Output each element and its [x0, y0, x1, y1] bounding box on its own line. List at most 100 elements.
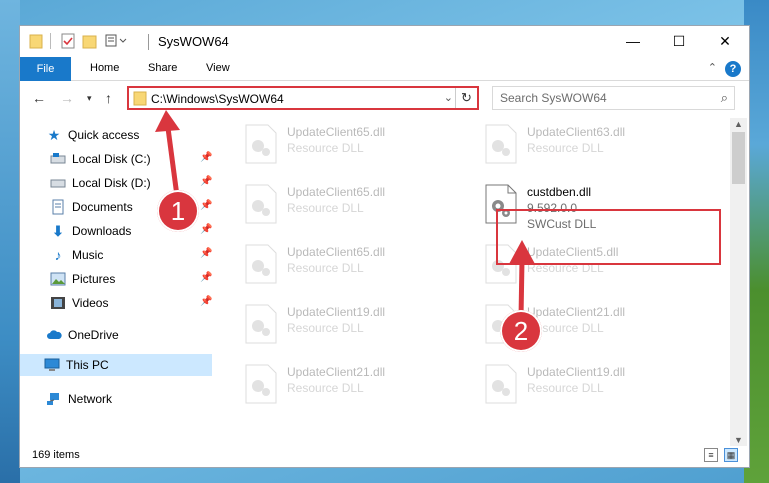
- file-item[interactable]: UpdateClient65.dll Resource DLL: [240, 242, 470, 288]
- music-icon: ♪: [54, 247, 62, 263]
- file-name: UpdateClient19.dll: [527, 365, 626, 379]
- file-type: Resource DLL: [527, 141, 604, 155]
- file-list: UpdateClient65.dll Resource DLL UpdateCl…: [230, 118, 730, 448]
- maximize-button[interactable]: ☐: [656, 26, 702, 56]
- sidebar-item-onedrive[interactable]: OneDrive: [46, 324, 119, 346]
- file-name: UpdateClient65.dll: [287, 185, 386, 199]
- file-name: UpdateClient21.dll: [527, 305, 626, 319]
- tab-view[interactable]: View: [206, 62, 230, 74]
- sidebar-item-videos[interactable]: Videos: [50, 292, 108, 314]
- search-placeholder[interactable]: Search SysWOW64: [500, 91, 607, 105]
- highlight-box: [496, 209, 721, 265]
- pin-icon[interactable]: 📌: [200, 248, 212, 259]
- file-name: UpdateClient21.dll: [287, 365, 386, 379]
- back-arrow-icon[interactable]: ←: [32, 90, 46, 106]
- folder-icon: [133, 90, 147, 109]
- pin-icon[interactable]: 📌: [200, 272, 212, 283]
- dll-file-icon: [485, 364, 517, 404]
- chevron-down-icon[interactable]: ▾: [87, 93, 92, 104]
- pin-icon[interactable]: 📌: [200, 224, 212, 235]
- customize-toolbar-icon[interactable]: [105, 33, 127, 52]
- tab-home[interactable]: Home: [90, 62, 119, 74]
- sidebar-item-label: Downloads: [72, 224, 132, 238]
- file-name: UpdateClient65.dll: [287, 245, 386, 259]
- navigation-pane: ★ Quick access Local Disk (C:) 📌 Local D…: [20, 118, 216, 438]
- sidebar-item-pictures[interactable]: Pictures: [50, 268, 115, 290]
- file-type: Resource DLL: [527, 381, 604, 395]
- new-folder-icon[interactable]: [82, 33, 98, 52]
- star-icon: ★: [47, 126, 61, 143]
- sidebar-item-downloads[interactable]: ⬇ Downloads: [50, 220, 131, 242]
- tab-file[interactable]: File: [20, 57, 71, 81]
- pin-icon[interactable]: 📌: [200, 296, 212, 307]
- file-item[interactable]: UpdateClient19.dll Resource DLL: [480, 362, 710, 408]
- explorer-window: SysWOW64 — ☐ ✕ File Home Share View ⌃ ? …: [19, 25, 750, 468]
- sidebar-item-label: This PC: [66, 358, 109, 372]
- item-count: 169 items: [32, 449, 80, 461]
- file-type: Resource DLL: [287, 141, 364, 155]
- dll-file-icon: [245, 364, 277, 404]
- file-item[interactable]: UpdateClient19.dll Resource DLL: [240, 302, 470, 348]
- sidebar-item-this-pc[interactable]: This PC: [20, 354, 212, 376]
- vertical-scrollbar[interactable]: ▲ ▼: [730, 118, 747, 446]
- file-item[interactable]: UpdateClient21.dll Resource DLL: [240, 362, 470, 408]
- sidebar-item-label: Network: [68, 392, 113, 406]
- divider: [148, 34, 149, 50]
- minimize-button[interactable]: —: [610, 26, 656, 56]
- desktop-background: [0, 0, 20, 483]
- ribbon-tabs: File Home Share View ⌃ ?: [20, 57, 749, 81]
- search-icon[interactable]: ⌕: [721, 90, 728, 106]
- computer-icon: [44, 357, 60, 373]
- sidebar-item-quick-access[interactable]: ★ Quick access: [46, 124, 140, 146]
- file-type: Resource DLL: [287, 261, 364, 275]
- close-button[interactable]: ✕: [702, 26, 748, 56]
- file-item[interactable]: UpdateClient65.dll Resource DLL: [240, 182, 470, 228]
- address-path[interactable]: C:\Windows\SysWOW64: [151, 92, 284, 106]
- properties-icon[interactable]: [60, 33, 76, 52]
- file-item[interactable]: UpdateClient63.dll Resource DLL: [480, 122, 710, 168]
- status-bar: 169 items ≡ ▦: [20, 444, 749, 467]
- details-view-icon[interactable]: ≡: [704, 448, 718, 462]
- file-type: Resource DLL: [287, 381, 364, 395]
- scroll-up-icon[interactable]: ▲: [734, 119, 743, 129]
- drive-icon: [50, 175, 66, 191]
- pictures-icon: [50, 271, 66, 287]
- pin-icon[interactable]: 📌: [200, 152, 212, 163]
- documents-icon: [50, 199, 66, 215]
- file-item[interactable]: UpdateClient65.dll Resource DLL: [240, 122, 470, 168]
- up-arrow-icon[interactable]: ↑: [105, 90, 112, 106]
- search-input[interactable]: Search SysWOW64 ⌕: [492, 86, 735, 110]
- refresh-icon[interactable]: ↻: [455, 88, 477, 108]
- file-type: Resource DLL: [287, 321, 364, 335]
- large-icons-view-icon[interactable]: ▦: [724, 448, 738, 462]
- sidebar-item-network[interactable]: Network: [46, 388, 112, 410]
- cloud-icon: [46, 327, 62, 343]
- window-title: SysWOW64: [158, 34, 229, 49]
- tab-share[interactable]: Share: [148, 62, 177, 74]
- drive-icon: [50, 151, 66, 167]
- step-2-badge: 2: [500, 310, 542, 352]
- forward-arrow-icon[interactable]: →: [60, 90, 74, 106]
- dll-file-icon: [485, 124, 517, 164]
- chevron-up-icon[interactable]: ⌃: [708, 61, 717, 74]
- sidebar-item-music[interactable]: ♪ Music: [50, 244, 104, 266]
- file-name: custdben.dll: [527, 185, 592, 199]
- sidebar-item-local-disk-d[interactable]: Local Disk (D:): [50, 172, 151, 194]
- file-type: Resource DLL: [287, 201, 364, 215]
- sidebar-item-label: OneDrive: [68, 328, 119, 342]
- download-icon: ⬇: [52, 222, 64, 239]
- dll-file-icon: [245, 304, 277, 344]
- sidebar-item-label: Documents: [72, 200, 133, 214]
- chevron-down-icon[interactable]: ⌄: [444, 91, 453, 104]
- sidebar-item-documents[interactable]: Documents: [50, 196, 133, 218]
- sidebar-item-local-disk-c[interactable]: Local Disk (C:): [50, 148, 151, 170]
- help-icon[interactable]: ?: [725, 61, 741, 77]
- scrollbar-thumb[interactable]: [732, 132, 745, 184]
- network-icon: [46, 391, 62, 407]
- file-name: UpdateClient19.dll: [287, 305, 386, 319]
- pin-icon[interactable]: 📌: [200, 200, 212, 211]
- pin-icon[interactable]: 📌: [200, 176, 212, 187]
- title-bar: SysWOW64 — ☐ ✕: [20, 26, 749, 57]
- address-bar[interactable]: C:\Windows\SysWOW64 ⌄ ↻: [127, 86, 479, 110]
- file-name: UpdateClient65.dll: [287, 125, 386, 139]
